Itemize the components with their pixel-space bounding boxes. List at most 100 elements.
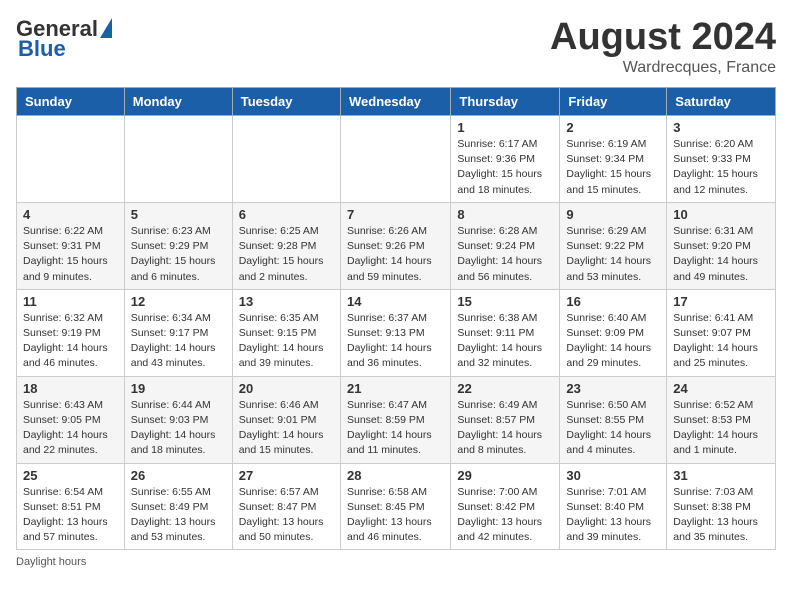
day-info: Sunrise: 7:03 AM Sunset: 8:38 PM Dayligh… [673, 485, 769, 546]
day-info: Sunrise: 6:54 AM Sunset: 8:51 PM Dayligh… [23, 485, 118, 546]
day-number: 4 [23, 207, 118, 222]
day-info: Sunrise: 6:32 AM Sunset: 9:19 PM Dayligh… [23, 311, 118, 372]
day-info: Sunrise: 6:58 AM Sunset: 8:45 PM Dayligh… [347, 485, 444, 546]
page-header: General Blue August 2024 Wardrecques, Fr… [16, 16, 776, 77]
calendar-cell: 11Sunrise: 6:32 AM Sunset: 9:19 PM Dayli… [17, 289, 125, 376]
day-number: 25 [23, 468, 118, 483]
day-info: Sunrise: 6:49 AM Sunset: 8:57 PM Dayligh… [457, 398, 553, 459]
day-number: 19 [131, 381, 226, 396]
day-info: Sunrise: 6:23 AM Sunset: 9:29 PM Dayligh… [131, 224, 226, 285]
logo-triangle-icon [100, 18, 112, 38]
calendar-cell: 28 Sunrise: 6:58 AM Sunset: 8:45 PM Dayli… [340, 463, 450, 550]
calendar-cell: 25 Sunrise: 6:54 AM Sunset: 8:51 PM Dayli… [17, 463, 125, 550]
day-number: 13 [239, 294, 334, 309]
weekday-header-sunday: Sunday [17, 88, 125, 116]
weekday-header-monday: Monday [124, 88, 232, 116]
day-number: 28 [347, 468, 444, 483]
day-number: 29 [457, 468, 553, 483]
weekday-header-friday: Friday [560, 88, 667, 116]
day-number: 6 [239, 207, 334, 222]
calendar-cell: 5Sunrise: 6:23 AM Sunset: 9:29 PM Daylig… [124, 202, 232, 289]
calendar-cell: 1 Sunrise: 6:17 AM Sunset: 9:36 PM Daylig… [451, 116, 560, 203]
day-number: 31 [673, 468, 769, 483]
day-info: Sunrise: 6:44 AM Sunset: 9:03 PM Dayligh… [131, 398, 226, 459]
day-number: 17 [673, 294, 769, 309]
month-year-title: August 2024 [550, 16, 776, 59]
calendar-cell: 6 Sunrise: 6:25 AM Sunset: 9:28 PM Daylig… [232, 202, 340, 289]
day-info: Sunrise: 7:01 AM Sunset: 8:40 PM Dayligh… [566, 485, 660, 546]
calendar-cell: 4Sunrise: 6:22 AM Sunset: 9:31 PM Daylig… [17, 202, 125, 289]
day-number: 16 [566, 294, 660, 309]
day-number: 7 [347, 207, 444, 222]
weekday-header-saturday: Saturday [667, 88, 776, 116]
calendar-cell: 16 Sunrise: 6:40 AM Sunset: 9:09 PM Dayli… [560, 289, 667, 376]
calendar-cell [340, 116, 450, 203]
calendar-cell: 9 Sunrise: 6:29 AM Sunset: 9:22 PM Daylig… [560, 202, 667, 289]
day-info: Sunrise: 6:41 AM Sunset: 9:07 PM Dayligh… [673, 311, 769, 372]
day-number: 1 [457, 120, 553, 135]
day-info: Sunrise: 6:31 AM Sunset: 9:20 PM Dayligh… [673, 224, 769, 285]
location-subtitle: Wardrecques, France [550, 59, 776, 77]
day-number: 14 [347, 294, 444, 309]
day-number: 18 [23, 381, 118, 396]
calendar-cell: 31 Sunrise: 7:03 AM Sunset: 8:38 PM Dayli… [667, 463, 776, 550]
day-info: Sunrise: 6:28 AM Sunset: 9:24 PM Dayligh… [457, 224, 553, 285]
day-number: 20 [239, 381, 334, 396]
day-number: 26 [131, 468, 226, 483]
calendar-week-row: 1 Sunrise: 6:17 AM Sunset: 9:36 PM Daylig… [17, 116, 776, 203]
weekday-header-tuesday: Tuesday [232, 88, 340, 116]
title-block: August 2024 Wardrecques, France [550, 16, 776, 77]
day-number: 9 [566, 207, 660, 222]
day-info: Sunrise: 6:26 AM Sunset: 9:26 PM Dayligh… [347, 224, 444, 285]
day-number: 22 [457, 381, 553, 396]
day-info: Sunrise: 6:40 AM Sunset: 9:09 PM Dayligh… [566, 311, 660, 372]
day-info: Sunrise: 6:57 AM Sunset: 8:47 PM Dayligh… [239, 485, 334, 546]
calendar-cell: 24Sunrise: 6:52 AM Sunset: 8:53 PM Dayli… [667, 376, 776, 463]
calendar-cell: 7 Sunrise: 6:26 AM Sunset: 9:26 PM Daylig… [340, 202, 450, 289]
calendar-cell: 10 Sunrise: 6:31 AM Sunset: 9:20 PM Dayli… [667, 202, 776, 289]
calendar-cell: 22 Sunrise: 6:49 AM Sunset: 8:57 PM Dayli… [451, 376, 560, 463]
day-info: Sunrise: 6:35 AM Sunset: 9:15 PM Dayligh… [239, 311, 334, 372]
calendar-cell: 18Sunrise: 6:43 AM Sunset: 9:05 PM Dayli… [17, 376, 125, 463]
day-number: 27 [239, 468, 334, 483]
weekday-header-wednesday: Wednesday [340, 88, 450, 116]
day-number: 15 [457, 294, 553, 309]
day-info: Sunrise: 6:34 AM Sunset: 9:17 PM Dayligh… [131, 311, 226, 372]
calendar-cell: 19 Sunrise: 6:44 AM Sunset: 9:03 PM Dayli… [124, 376, 232, 463]
day-info: Sunrise: 6:46 AM Sunset: 9:01 PM Dayligh… [239, 398, 334, 459]
logo-blue-text: Blue [18, 36, 66, 62]
calendar-cell [17, 116, 125, 203]
day-number: 12 [131, 294, 226, 309]
day-info: Sunrise: 6:52 AM Sunset: 8:53 PM Dayligh… [673, 398, 769, 459]
calendar-table: SundayMondayTuesdayWednesdayThursdayFrid… [16, 87, 776, 550]
day-info: Sunrise: 6:25 AM Sunset: 9:28 PM Dayligh… [239, 224, 334, 285]
day-info: Sunrise: 6:55 AM Sunset: 8:49 PM Dayligh… [131, 485, 226, 546]
calendar-cell: 3Sunrise: 6:20 AM Sunset: 9:33 PM Daylig… [667, 116, 776, 203]
calendar-week-row: 25 Sunrise: 6:54 AM Sunset: 8:51 PM Dayli… [17, 463, 776, 550]
day-info: Sunrise: 6:29 AM Sunset: 9:22 PM Dayligh… [566, 224, 660, 285]
day-number: 10 [673, 207, 769, 222]
calendar-week-row: 11Sunrise: 6:32 AM Sunset: 9:19 PM Dayli… [17, 289, 776, 376]
day-info: Sunrise: 6:38 AM Sunset: 9:11 PM Dayligh… [457, 311, 553, 372]
day-number: 30 [566, 468, 660, 483]
day-info: Sunrise: 6:20 AM Sunset: 9:33 PM Dayligh… [673, 137, 769, 198]
calendar-cell [232, 116, 340, 203]
day-number: 23 [566, 381, 660, 396]
day-info: Sunrise: 6:17 AM Sunset: 9:36 PM Dayligh… [457, 137, 553, 198]
calendar-cell: 26 Sunrise: 6:55 AM Sunset: 8:49 PM Dayli… [124, 463, 232, 550]
weekday-header-thursday: Thursday [451, 88, 560, 116]
day-info: Sunrise: 6:50 AM Sunset: 8:55 PM Dayligh… [566, 398, 660, 459]
day-info: Sunrise: 6:37 AM Sunset: 9:13 PM Dayligh… [347, 311, 444, 372]
logo: General Blue [16, 16, 112, 62]
footer-daylight: Daylight hours [16, 556, 776, 568]
calendar-cell: 30 Sunrise: 7:01 AM Sunset: 8:40 PM Dayli… [560, 463, 667, 550]
day-number: 21 [347, 381, 444, 396]
calendar-week-row: 4Sunrise: 6:22 AM Sunset: 9:31 PM Daylig… [17, 202, 776, 289]
day-number: 8 [457, 207, 553, 222]
calendar-cell: 15 Sunrise: 6:38 AM Sunset: 9:11 PM Dayli… [451, 289, 560, 376]
calendar-cell: 12 Sunrise: 6:34 AM Sunset: 9:17 PM Dayli… [124, 289, 232, 376]
day-number: 2 [566, 120, 660, 135]
calendar-cell: 27 Sunrise: 6:57 AM Sunset: 8:47 PM Dayli… [232, 463, 340, 550]
calendar-cell: 29Sunrise: 7:00 AM Sunset: 8:42 PM Dayli… [451, 463, 560, 550]
day-info: Sunrise: 6:19 AM Sunset: 9:34 PM Dayligh… [566, 137, 660, 198]
